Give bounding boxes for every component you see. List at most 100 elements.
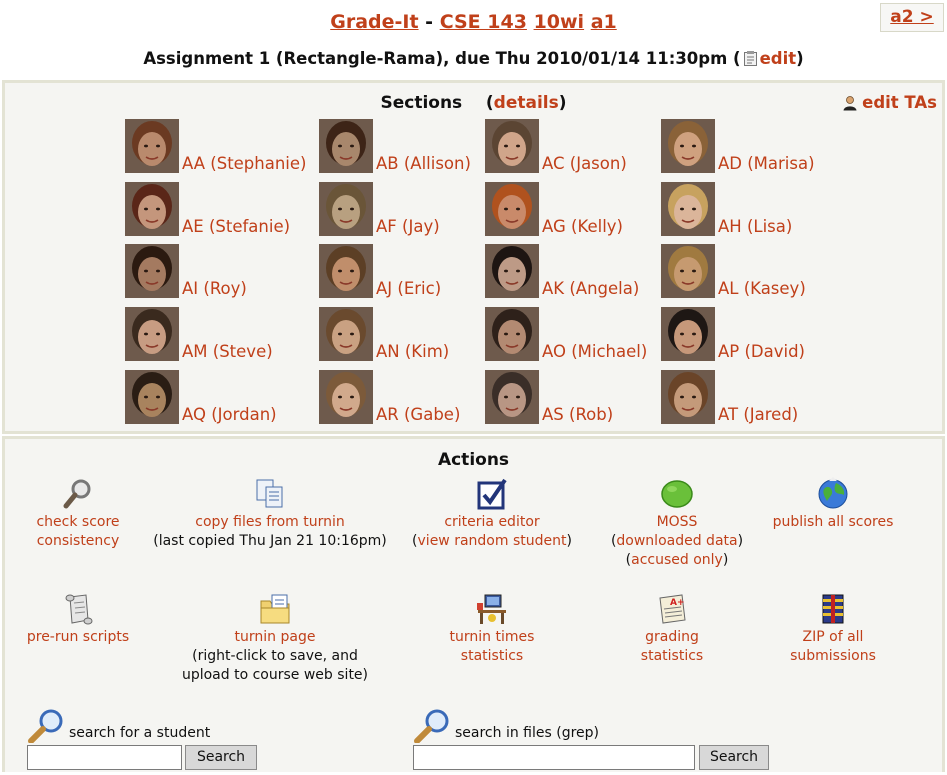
ta-entry[interactable]: AL (Kasey)	[661, 244, 861, 299]
ta-photo[interactable]	[485, 370, 539, 424]
assignment-subtitle: Assignment 1 (Rectangle-Rama), due Thu 2…	[0, 48, 947, 70]
app-home-link[interactable]: Grade-It	[330, 11, 418, 33]
edit-assignment-link[interactable]: edit	[760, 49, 797, 68]
moss-downloaded-data-link[interactable]: downloaded data	[616, 533, 737, 549]
ta-entry[interactable]: AA (Stephanie)	[125, 119, 325, 174]
ta-photo[interactable]	[485, 182, 539, 236]
ta-photo[interactable]	[661, 119, 715, 173]
checkbox-icon	[476, 477, 508, 511]
ta-entry[interactable]: AM (Steve)	[125, 307, 325, 362]
zip-submissions-action[interactable]: ZIP of all submissions	[773, 592, 893, 666]
ta-entry[interactable]: AT (Jared)	[661, 370, 861, 425]
ta-name[interactable]: AA (Stephanie)	[182, 153, 306, 175]
ta-photo[interactable]	[661, 244, 715, 298]
copy-files-link[interactable]: copy files from turnin	[150, 513, 390, 532]
ta-photo[interactable]	[319, 370, 373, 424]
edit-document-icon[interactable]	[743, 50, 757, 66]
ta-name[interactable]: AB (Allison)	[376, 153, 471, 175]
moss-accused-only-link[interactable]: accused only	[631, 552, 723, 568]
ta-photo[interactable]	[661, 307, 715, 361]
ta-entry[interactable]: AC (Jason)	[485, 119, 685, 174]
ta-entry[interactable]: AK (Angela)	[485, 244, 685, 299]
ta-photo[interactable]	[125, 307, 179, 361]
ta-photo[interactable]	[319, 307, 373, 361]
ta-photo[interactable]	[319, 119, 373, 173]
ta-photo[interactable]	[485, 307, 539, 361]
edit-tas-link[interactable]: edit TAs	[842, 93, 937, 113]
zip-line-2[interactable]: submissions	[773, 647, 893, 666]
next-assignment-link[interactable]: a2 >	[880, 3, 944, 32]
title-separator: -	[425, 11, 434, 33]
sections-details-link[interactable]: details	[494, 93, 559, 113]
ta-name[interactable]: AS (Rob)	[542, 404, 613, 426]
ta-entry[interactable]: AG (Kelly)	[485, 182, 685, 237]
ta-name[interactable]: AH (Lisa)	[718, 216, 792, 238]
ta-photo[interactable]	[125, 182, 179, 236]
close-paren: )	[566, 533, 572, 549]
check-score-line-1[interactable]: check score	[15, 513, 141, 532]
turnin-times-line-2[interactable]: statistics	[427, 647, 557, 666]
grep-search-input[interactable]	[413, 745, 695, 770]
turnin-times-action[interactable]: turnin times statistics	[427, 592, 557, 666]
ta-name[interactable]: AE (Stefanie)	[182, 216, 290, 238]
ta-photo[interactable]	[485, 119, 539, 173]
ta-entry[interactable]: AI (Roy)	[125, 244, 325, 299]
grading-stats-line-1[interactable]: grading	[617, 628, 727, 647]
view-random-student-link[interactable]: view random student	[418, 533, 567, 549]
ta-name[interactable]: AJ (Eric)	[376, 278, 441, 300]
pre-run-scripts-action[interactable]: pre-run scripts	[15, 592, 141, 647]
ta-name[interactable]: AI (Roy)	[182, 278, 247, 300]
zip-archive-icon	[817, 592, 849, 626]
student-search-input[interactable]	[27, 745, 182, 770]
ta-entry[interactable]: AE (Stefanie)	[125, 182, 325, 237]
ta-name[interactable]: AC (Jason)	[542, 153, 627, 175]
check-score-consistency-action[interactable]: check score consistency	[15, 477, 141, 551]
ta-photo[interactable]	[485, 244, 539, 298]
actions-title: Actions	[437, 450, 510, 470]
ta-photo[interactable]	[125, 119, 179, 173]
ta-entry[interactable]: AH (Lisa)	[661, 182, 861, 237]
publish-scores-link[interactable]: publish all scores	[763, 513, 903, 532]
ta-name[interactable]: AP (David)	[718, 341, 805, 363]
ta-entry[interactable]: AD (Marisa)	[661, 119, 861, 174]
grading-statistics-action[interactable]: A+ grading statistics	[617, 592, 727, 666]
assignment-link[interactable]: a1	[591, 11, 617, 33]
check-score-line-2[interactable]: consistency	[15, 532, 141, 551]
ta-name[interactable]: AD (Marisa)	[718, 153, 815, 175]
details-close-paren: )	[558, 93, 567, 113]
ta-name[interactable]: AR (Gabe)	[376, 404, 460, 426]
criteria-editor-link[interactable]: criteria editor	[397, 513, 587, 532]
ta-name[interactable]: AN (Kim)	[376, 341, 449, 363]
ta-name[interactable]: AQ (Jordan)	[182, 404, 277, 426]
publish-scores-action[interactable]: publish all scores	[763, 477, 903, 532]
zip-line-1[interactable]: ZIP of all	[773, 628, 893, 647]
ta-entry[interactable]: AS (Rob)	[485, 370, 685, 425]
ta-name[interactable]: AF (Jay)	[376, 216, 440, 238]
pre-run-scripts-link[interactable]: pre-run scripts	[15, 628, 141, 647]
ta-photo[interactable]	[319, 244, 373, 298]
quarter-link[interactable]: 10wi	[534, 11, 585, 33]
ta-photo[interactable]	[125, 370, 179, 424]
ta-entry[interactable]: AO (Michael)	[485, 307, 685, 362]
moss-link[interactable]: MOSS	[597, 513, 757, 532]
course-link[interactable]: CSE 143	[440, 11, 527, 33]
turnin-page-link[interactable]: turnin page	[165, 628, 385, 647]
ta-name[interactable]: AK (Angela)	[542, 278, 639, 300]
last-copied-status: (last copied Thu Jan 21 10:16pm)	[153, 533, 387, 549]
ta-name[interactable]: AT (Jared)	[718, 404, 798, 426]
criteria-editor-action: criteria editor (view random student)	[397, 477, 587, 551]
ta-name[interactable]: AM (Steve)	[182, 341, 273, 363]
turnin-times-line-1[interactable]: turnin times	[427, 628, 557, 647]
grading-stats-line-2[interactable]: statistics	[617, 647, 727, 666]
ta-entry[interactable]: AQ (Jordan)	[125, 370, 325, 425]
ta-name[interactable]: AG (Kelly)	[542, 216, 623, 238]
ta-photo[interactable]	[125, 244, 179, 298]
student-search-button[interactable]: Search	[185, 745, 257, 770]
ta-photo[interactable]	[661, 370, 715, 424]
ta-name[interactable]: AL (Kasey)	[718, 278, 806, 300]
ta-photo[interactable]	[661, 182, 715, 236]
ta-name[interactable]: AO (Michael)	[542, 341, 647, 363]
grep-search-button[interactable]: Search	[699, 745, 769, 770]
ta-photo[interactable]	[319, 182, 373, 236]
ta-entry[interactable]: AP (David)	[661, 307, 861, 362]
